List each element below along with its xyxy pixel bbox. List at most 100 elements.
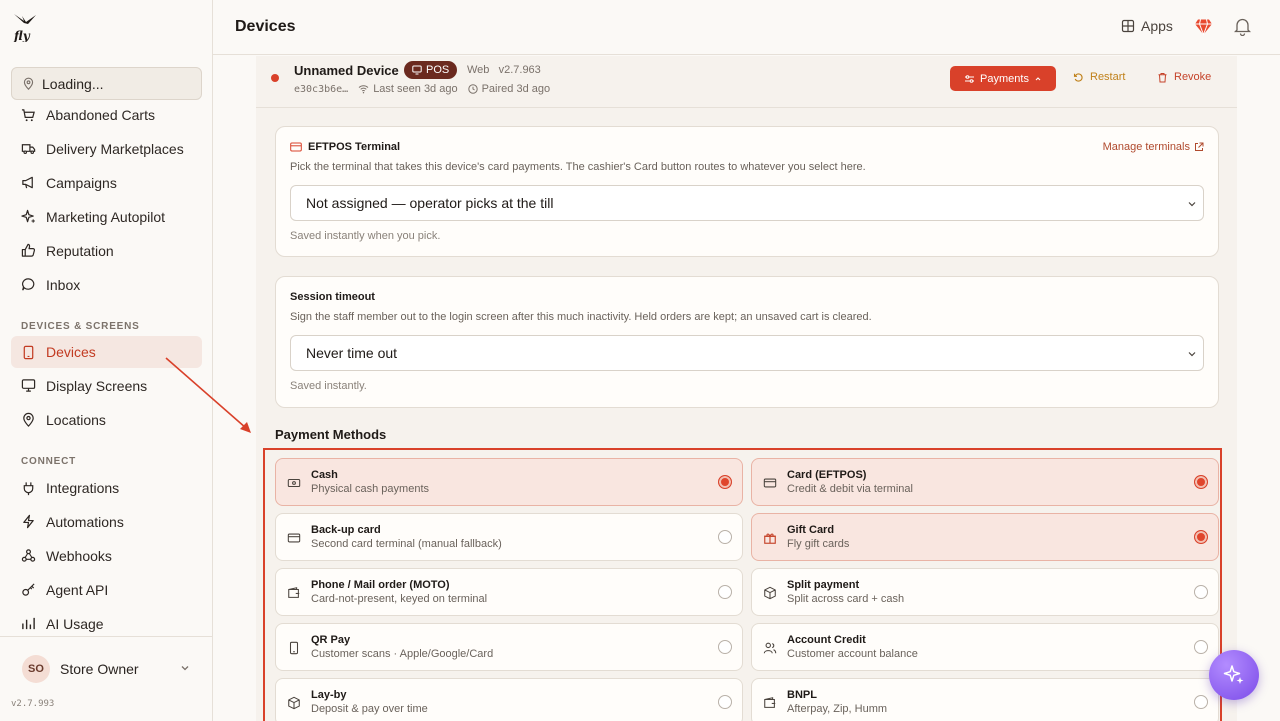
sidebar-item-delivery-marketplaces[interactable]: Delivery Marketplaces [11,133,202,165]
eftpos-terminal-select[interactable]: Not assigned — operator picks at the til… [290,185,1204,221]
gem-icon[interactable] [1194,18,1213,36]
eftpos-description: Pick the terminal that takes this device… [290,161,866,173]
card-icon [287,533,301,543]
sidebar-item-label: Inbox [46,276,81,293]
sidebar-item-agent-api[interactable]: Agent API [11,574,202,606]
wallet-icon [764,697,776,708]
pos-badge: POS [404,61,458,79]
device-detail: Unnamed Device POS Web v2.7.963 e30c3b6e… [256,56,1237,721]
payment-method-toggle[interactable] [718,530,732,544]
sidebar-item-label: Automations [46,513,124,530]
device-platform-version: Web v2.7.963 [467,64,541,76]
payment-method-toggle[interactable] [718,475,732,489]
session-title: Session timeout [290,291,375,303]
sidebar-item-label: Devices [46,344,96,360]
cart-icon [21,108,35,121]
payment-method-split-payment[interactable]: Split payment Split across card + cash [751,568,1219,616]
payment-method-toggle[interactable] [1194,585,1208,599]
payment-method-title: Card (EFTPOS) [787,469,867,481]
phone-icon-wrap [287,641,301,660]
payment-method-toggle[interactable] [718,640,732,654]
apps-button[interactable]: Apps [1121,18,1173,34]
megaphone-icon [22,177,33,189]
payment-method-toggle[interactable] [1194,640,1208,654]
payment-method-subtitle: Customer scans · Apple/Google/Card [311,648,494,660]
device-platform: Web [467,64,490,76]
sidebar-item-ai-usage[interactable]: AI Usage [11,608,202,640]
sidebar-item-reputation[interactable]: Reputation [11,235,202,267]
device-header: Unnamed Device POS Web v2.7.963 e30c3b6e… [256,56,1237,108]
payment-method-toggle[interactable] [1194,475,1208,489]
sidebar-item-campaigns[interactable]: Campaigns [11,167,202,199]
payment-method-qr-pay[interactable]: QR Pay Customer scans · Apple/Google/Card [275,623,743,671]
revoke-button[interactable]: Revoke [1157,71,1211,83]
tablet-icon [23,345,34,359]
payment-method-toggle[interactable] [718,585,732,599]
card-icon [763,478,777,488]
user-name: Store Owner [60,660,139,677]
payment-method-toggle[interactable] [1194,695,1208,709]
payment-method-back-up-card[interactable]: Back-up card Second card terminal (manual… [275,513,743,561]
manage-terminals-link[interactable]: Manage terminals [1103,141,1204,153]
device-id: e30c3b6e… [294,83,349,95]
wallet-icon [288,587,300,598]
session-timeout-select[interactable]: Never time out [290,335,1204,371]
location-select[interactable]: Loading... [11,67,202,100]
payment-method-cash[interactable]: Cash Physical cash payments [275,458,743,506]
sparkle-icon [21,209,35,223]
box-icon-wrap [287,696,301,715]
sidebar-item-integrations[interactable]: Integrations [11,472,202,504]
avatar: SO [22,654,50,683]
device-version: v2.7.963 [498,64,541,76]
payment-method-toggle[interactable] [718,695,732,709]
payment-method-bnpl[interactable]: BNPL Afterpay, Zip, Humm [751,678,1219,721]
payment-method-subtitle: Second card terminal (manual fallback) [311,538,502,550]
payment-method-card-eftpos[interactable]: Card (EFTPOS) Credit & debit via terminal [751,458,1219,506]
payments-button[interactable]: Payments [950,66,1056,91]
bell-icon[interactable] [1234,17,1251,36]
apps-label: Apps [1141,18,1173,34]
chevron-up-icon [1035,76,1041,80]
sidebar-item-label: Delivery Marketplaces [46,140,184,157]
sidebar-item-automations[interactable]: Automations [11,506,202,538]
sidebar-item-marketing-autopilot[interactable]: Marketing Autopilot [11,201,202,233]
sidebar-item-label: Locations [46,411,106,428]
sidebar-item-label: Display Screens [46,377,148,394]
device-name[interactable]: Unnamed Device [294,63,399,78]
payment-method-title: Phone / Mail order (MOTO) [311,579,450,591]
payment-method-gift-card[interactable]: Gift Card Fly gift cards [751,513,1219,561]
sidebar-item-webhooks[interactable]: Webhooks [11,540,202,572]
status-dot [271,74,279,82]
manage-terminals-label: Manage terminals [1102,141,1190,153]
payment-method-account-credit[interactable]: Account Credit Customer account balance [751,623,1219,671]
trash-icon [1158,72,1167,82]
sidebar-item-abandoned-carts[interactable]: Abandoned Carts [11,99,202,131]
cash-icon-wrap [287,476,301,495]
gift-icon [764,533,776,544]
payment-method-phone-mail-order-moto[interactable]: Phone / Mail order (MOTO) Card-not-presen… [275,568,743,616]
plug-icon [23,481,34,495]
restart-button[interactable]: Restart [1073,71,1125,83]
payment-methods-heading: Payment Methods [275,427,387,442]
cash-icon [287,478,301,488]
chevron-down-icon [1188,202,1196,207]
users-icon-wrap [763,641,777,660]
sidebar-item-label: Webhooks [46,547,112,564]
user-menu[interactable]: SO Store Owner [0,636,212,700]
ai-assistant-button[interactable] [1209,650,1259,700]
card-icon [290,142,302,152]
chevron-down-icon [1188,352,1196,357]
payment-method-toggle[interactable] [1194,530,1208,544]
payment-method-lay-by[interactable]: Lay-by Deposit & pay over time [275,678,743,721]
sidebar-item-label: Integrations [46,480,120,496]
sidebar-item-inbox[interactable]: Inbox [11,269,202,301]
eftpos-card: EFTPOS Terminal Manage terminals Pick th… [275,126,1219,257]
chart-icon [22,617,35,630]
monitor-icon [412,65,422,75]
gift-icon-wrap [763,531,777,550]
thumbs-up-icon [21,243,36,257]
session-timeout-card: Session timeout Sign the staff member ou… [275,276,1219,408]
payment-method-subtitle: Credit & debit via terminal [787,483,913,495]
box-icon [764,586,776,600]
fly-logo[interactable]: fly [12,12,38,42]
